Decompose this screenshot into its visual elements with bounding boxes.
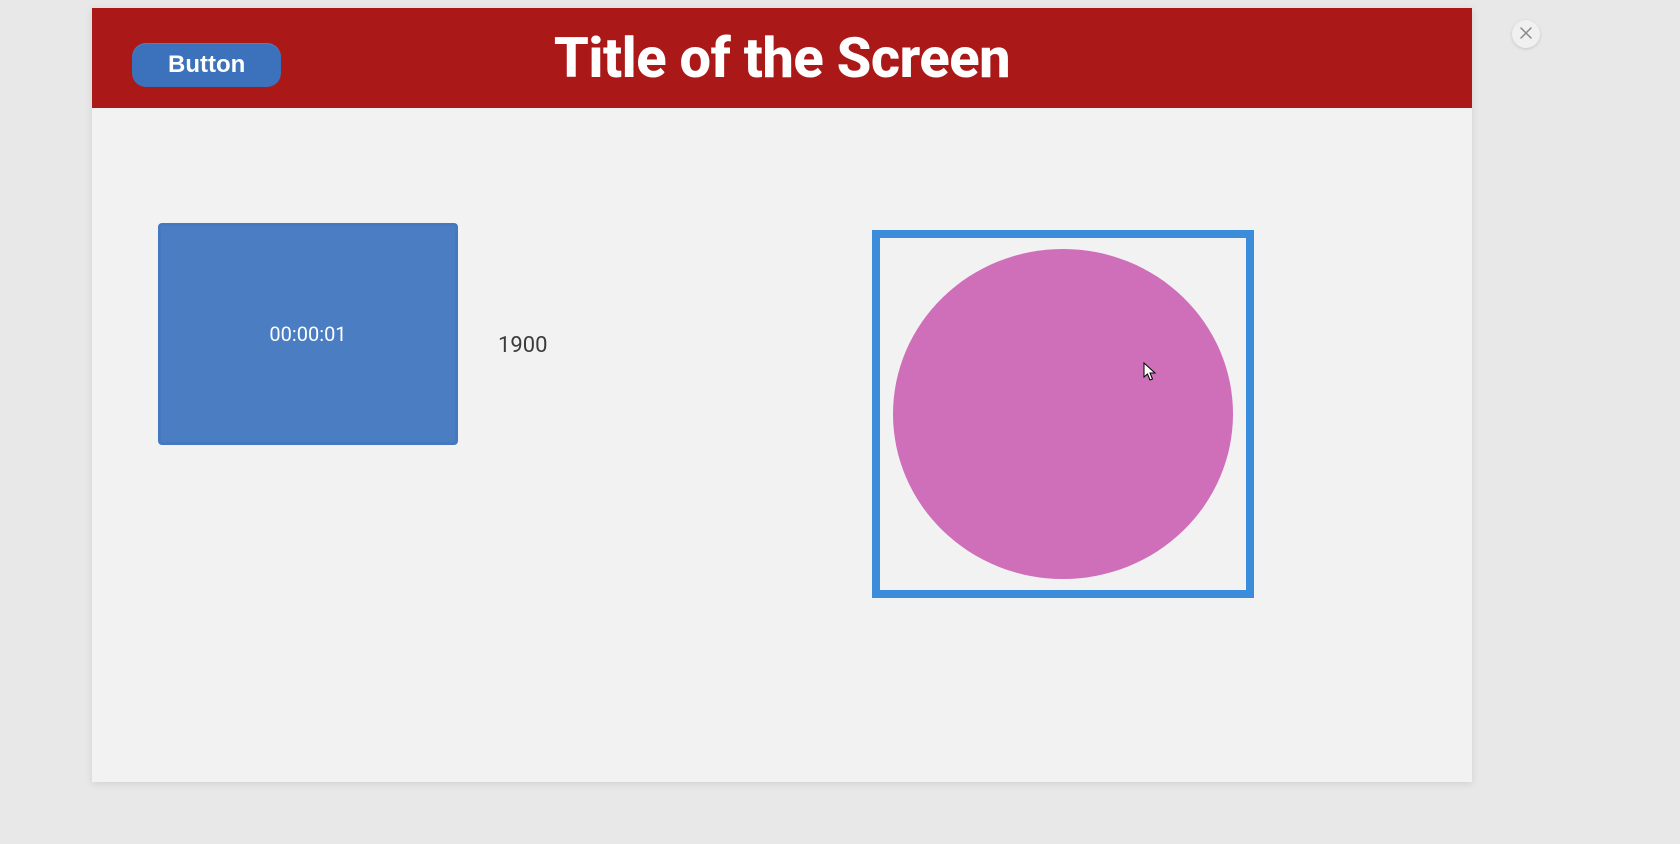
content-area: 00:00:01 1900 <box>92 108 1472 782</box>
header: Button Title of the Screen <box>92 8 1472 108</box>
timer-value: 00:00:01 <box>269 322 346 346</box>
year-value: 1900 <box>498 333 547 358</box>
frame-box[interactable] <box>872 230 1254 598</box>
circle-shape <box>893 249 1233 579</box>
timer-tile[interactable]: 00:00:01 <box>158 223 458 445</box>
screen-title: Title of the Screen <box>92 25 1472 91</box>
main-window: Button Title of the Screen 00:00:01 1900 <box>92 8 1472 782</box>
close-button[interactable] <box>1512 20 1540 48</box>
close-icon <box>1520 26 1532 42</box>
header-button[interactable]: Button <box>132 43 281 87</box>
